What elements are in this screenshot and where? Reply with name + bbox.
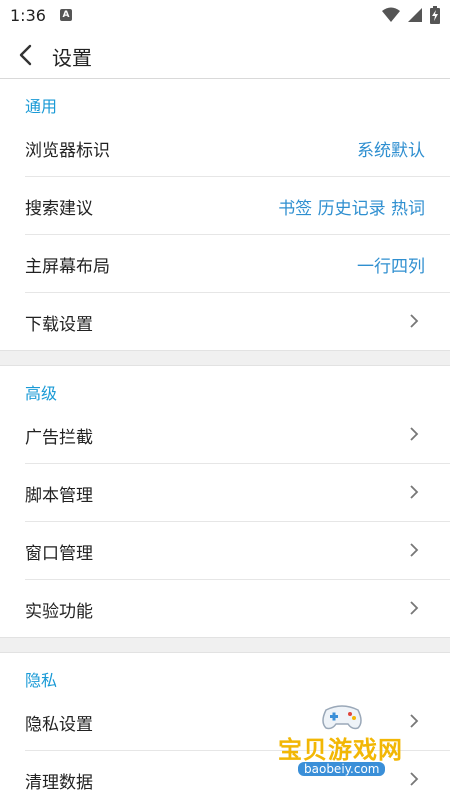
row-value: 书签 历史记录 热词	[278, 199, 425, 219]
row-label: 广告拦截	[25, 428, 93, 448]
row-value: 一行四列	[357, 257, 425, 277]
wifi-icon	[382, 7, 400, 22]
status-bar: 1:36 A	[0, 0, 450, 32]
settings-list: 通用 浏览器标识 系统默认 搜索建议 书签 历史记录 热词 主屏幕布局 一行四列…	[0, 79, 450, 808]
section-divider	[0, 637, 450, 653]
row-label: 下载设置	[25, 315, 93, 335]
row-value: 系统默认	[357, 141, 425, 161]
section-header-advanced: 高级	[25, 384, 58, 403]
row-label: 主屏幕布局	[25, 257, 110, 277]
signal-icon	[408, 8, 422, 22]
row-script-manager[interactable]: 脚本管理	[25, 464, 450, 522]
row-label: 实验功能	[25, 602, 93, 622]
status-time: 1:36	[10, 6, 46, 25]
section-divider	[0, 350, 450, 366]
row-label: 浏览器标识	[25, 141, 110, 161]
row-label: 搜索建议	[25, 199, 93, 219]
notification-icon: A	[60, 9, 72, 21]
row-experimental[interactable]: 实验功能	[25, 580, 450, 637]
page-title: 设置	[52, 46, 92, 70]
row-window-manager[interactable]: 窗口管理	[25, 522, 450, 580]
chevron-right-icon	[410, 314, 419, 328]
section-header-privacy: 隐私	[25, 671, 58, 690]
row-browser-ua[interactable]: 浏览器标识 系统默认	[25, 119, 450, 177]
chevron-right-icon	[410, 485, 419, 499]
row-label: 清理数据	[25, 773, 93, 793]
top-app-bar: 设置	[0, 32, 450, 79]
section-header-general: 通用	[25, 97, 58, 116]
row-ad-block[interactable]: 广告拦截	[25, 406, 450, 464]
chevron-right-icon	[410, 772, 419, 786]
battery-icon	[430, 6, 440, 24]
chevron-right-icon	[410, 543, 419, 557]
row-label: 隐私设置	[25, 715, 93, 735]
row-search-suggestions[interactable]: 搜索建议 书签 历史记录 热词	[25, 177, 450, 235]
chevron-right-icon	[410, 601, 419, 615]
status-icons	[382, 6, 440, 24]
row-clear-data[interactable]: 清理数据	[25, 751, 450, 808]
chevron-right-icon	[410, 714, 419, 728]
row-download-settings[interactable]: 下载设置	[25, 293, 450, 350]
chevron-right-icon	[410, 427, 419, 441]
row-home-layout[interactable]: 主屏幕布局 一行四列	[25, 235, 450, 293]
row-label: 窗口管理	[25, 544, 93, 564]
row-label: 脚本管理	[25, 486, 93, 506]
back-arrow-icon[interactable]	[12, 40, 42, 70]
row-privacy-settings[interactable]: 隐私设置	[25, 693, 450, 751]
